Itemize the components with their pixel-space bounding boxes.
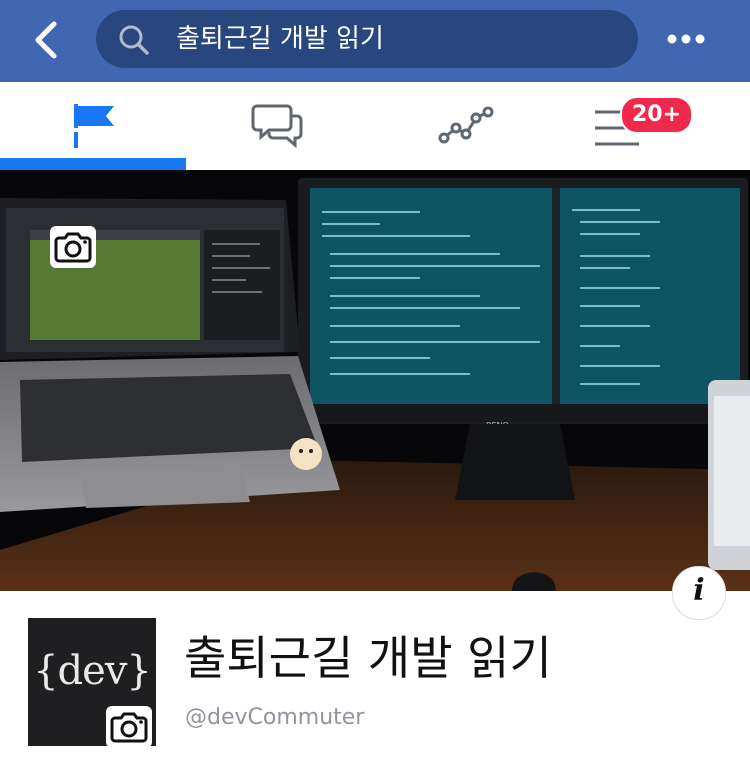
camera-icon — [110, 712, 148, 743]
chat-bubbles-icon — [251, 104, 303, 149]
flag-icon — [74, 104, 114, 148]
cover-photo[interactable]: BENQ — [0, 170, 750, 591]
search-query: 출퇴근길 개발 읽기 — [176, 24, 384, 54]
search-icon — [119, 25, 149, 55]
tab-messages[interactable] — [187, 82, 374, 170]
notification-badge: 20+ — [620, 96, 694, 134]
top-bar: 출퇴근길 개발 읽기 — [0, 0, 750, 82]
chevron-left-icon — [35, 21, 57, 59]
desk-setup-illustration: BENQ — [0, 170, 750, 591]
page-name: 출퇴근길 개발 읽기 — [184, 631, 552, 685]
edit-profile-picture-button[interactable] — [106, 706, 152, 748]
active-tab-indicator — [0, 158, 186, 170]
avatar-logo-text: {dev} — [33, 648, 152, 694]
tab-page[interactable] — [0, 82, 187, 170]
info-icon: i — [693, 573, 705, 608]
camera-icon — [54, 232, 92, 263]
profile-picture[interactable]: {dev} — [28, 618, 156, 748]
page-handle: @devCommuter — [185, 705, 365, 730]
info-button[interactable]: i — [672, 566, 726, 620]
edit-cover-button[interactable] — [50, 226, 96, 268]
more-dots-icon — [667, 34, 705, 44]
more-options-button[interactable] — [660, 18, 712, 62]
back-button[interactable] — [26, 18, 70, 62]
search-field[interactable]: 출퇴근길 개발 읽기 — [96, 10, 638, 68]
tab-insights[interactable] — [374, 82, 561, 170]
insights-graph-icon — [438, 106, 494, 144]
